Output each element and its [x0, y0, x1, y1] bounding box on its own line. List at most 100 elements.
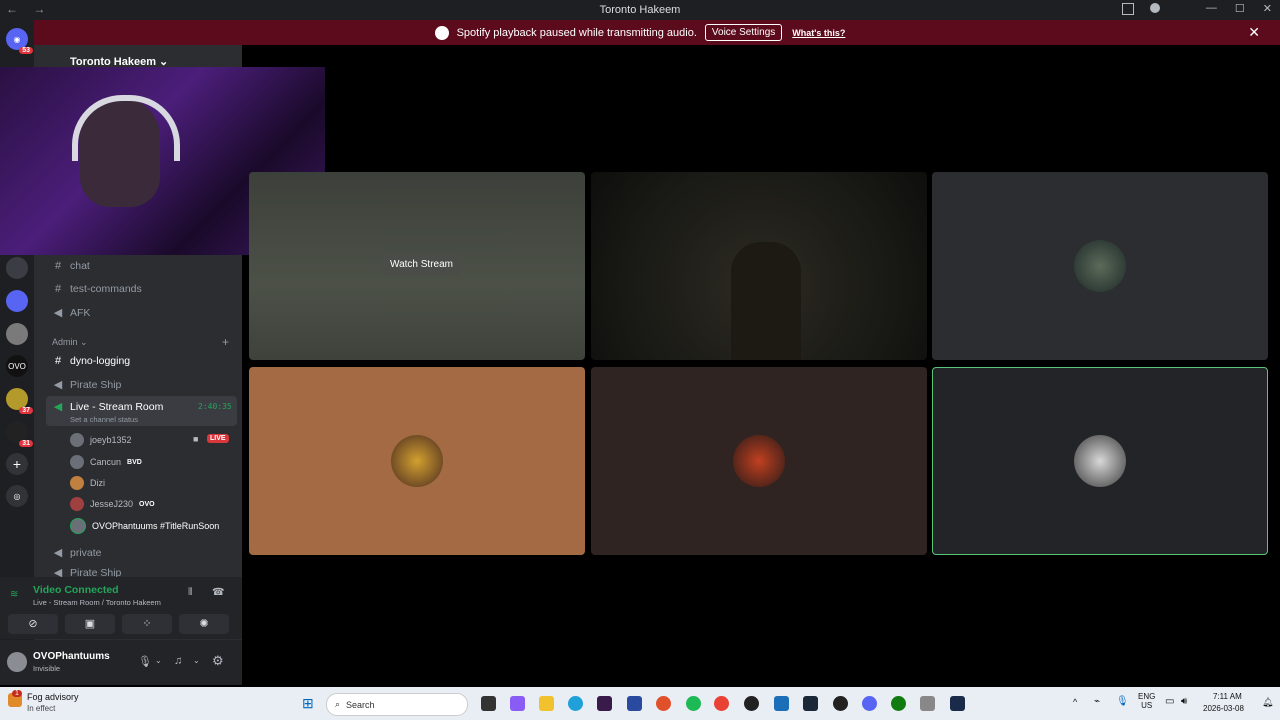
dm-home-icon[interactable]: ◉ 53: [6, 28, 33, 54]
voice-user[interactable]: joeyb1352: [70, 433, 132, 447]
spotify-icon[interactable]: [686, 696, 701, 711]
weather-title[interactable]: Fog advisory: [27, 692, 79, 702]
app-icon[interactable]: [656, 696, 671, 711]
dm-badge: 53: [19, 47, 33, 54]
voice-user[interactable]: OVOPhantuums #TitleRunSoon: [70, 518, 219, 534]
chrome-icon[interactable]: [714, 696, 729, 711]
video-tile-speaking[interactable]: [932, 367, 1268, 555]
minimize-button[interactable]: —: [1206, 2, 1217, 15]
microphone-icon[interactable]: 🎙︎: [138, 655, 152, 668]
channel-label: private: [70, 546, 102, 559]
channel-pirate-ship-2[interactable]: ◀ Pirate Ship: [52, 568, 122, 577]
server-icon[interactable]: [6, 323, 28, 345]
avatar: [70, 433, 84, 447]
soundboard-button[interactable]: ✺: [179, 614, 229, 634]
channel-chat[interactable]: # chat: [52, 260, 90, 272]
display-icon[interactable]: ▭: [1165, 696, 1174, 707]
channel-private[interactable]: ◀ private: [52, 546, 102, 560]
discord-icon[interactable]: [862, 696, 877, 711]
user-name: joeyb1352: [90, 435, 132, 445]
network-icon[interactable]: ⌁: [1094, 696, 1100, 707]
xbox-icon[interactable]: [891, 696, 906, 711]
gear-icon[interactable]: ⚙: [212, 653, 224, 669]
watch-stream-button[interactable]: Watch Stream: [382, 254, 461, 275]
screen-share-button[interactable]: ▣: [65, 614, 115, 634]
obs-icon[interactable]: [833, 696, 848, 711]
add-channel-icon[interactable]: +: [222, 335, 229, 349]
app-icon[interactable]: [950, 696, 965, 711]
chevron-down-icon[interactable]: ⌄: [193, 656, 200, 665]
close-notice-icon[interactable]: ✕: [1248, 24, 1260, 41]
hash-icon: #: [54, 355, 62, 367]
copilot-icon[interactable]: [510, 696, 525, 711]
voice-user[interactable]: Cancun BVD: [70, 455, 142, 469]
camera-off-button[interactable]: ⊘: [8, 614, 58, 634]
channel-live-stream-room[interactable]: ◀ Live - Stream Room: [52, 400, 164, 414]
close-window-button[interactable]: ✕: [1263, 2, 1272, 15]
edge-icon[interactable]: [568, 696, 583, 711]
voice-settings-button[interactable]: Voice Settings: [704, 24, 783, 41]
server-icon[interactable]: 37: [6, 388, 33, 414]
channel-afk[interactable]: ◀ AFK: [52, 306, 91, 320]
language-indicator[interactable]: ENG US: [1138, 692, 1155, 710]
channel-status-placeholder[interactable]: Set a channel status: [70, 415, 138, 424]
app-icon[interactable]: [744, 696, 759, 711]
avatar: [70, 497, 84, 511]
mic-tray-icon[interactable]: 🎙︎: [1116, 696, 1129, 707]
clock-date[interactable]: 2026-03-08: [1203, 704, 1244, 713]
tray-chevron-icon[interactable]: ^: [1073, 697, 1077, 707]
participant-avatar: [733, 435, 785, 487]
app-icon[interactable]: [774, 696, 789, 711]
steam-icon[interactable]: [803, 696, 818, 711]
whats-this-link[interactable]: What's this?: [792, 28, 845, 38]
voice-user[interactable]: JesseJ230 OVO: [70, 497, 155, 511]
channel-test-commands[interactable]: # test-commands: [52, 283, 142, 295]
activities-button[interactable]: ⁘: [122, 614, 172, 634]
user-avatar[interactable]: [7, 652, 27, 672]
discover-icon[interactable]: ◎: [6, 485, 28, 507]
speaker-icon: ◀: [53, 379, 63, 391]
disconnect-icon[interactable]: ☎: [212, 587, 224, 598]
server-icon[interactable]: [6, 257, 28, 279]
video-tile-participant[interactable]: [932, 172, 1268, 360]
folder-icon[interactable]: [6, 290, 28, 312]
server-icon[interactable]: 31: [6, 421, 33, 447]
nav-arrows[interactable]: ← →: [6, 2, 51, 16]
chevron-down-icon[interactable]: ⌄: [155, 656, 162, 665]
user-name[interactable]: OVOPhantuums: [33, 651, 110, 662]
video-tile-participant[interactable]: [591, 367, 927, 555]
video-tile-participant[interactable]: [249, 367, 585, 555]
app-icon[interactable]: [597, 696, 612, 711]
taskbar-search[interactable]: ⌕ Search: [326, 693, 468, 716]
category-label: Admin: [52, 337, 78, 347]
inbox-icon[interactable]: [1122, 3, 1134, 15]
stream-tile-baseball[interactable]: Watch Stream: [249, 172, 585, 360]
lang-primary: ENG: [1138, 692, 1156, 701]
app-icon[interactable]: [627, 696, 642, 711]
start-icon[interactable]: ⊞: [302, 695, 314, 712]
volume-icon[interactable]: 🔊︎: [1181, 696, 1187, 707]
voice-status-subtitle[interactable]: Live - Stream Room / Toronto Hakeem: [33, 598, 161, 607]
channel-dyno-logging[interactable]: # dyno-logging: [52, 355, 130, 367]
noise-suppression-icon[interactable]: ⦀: [188, 587, 192, 598]
weather-badge: 1: [12, 690, 22, 697]
app-icon[interactable]: [920, 696, 935, 711]
channel-label: test-commands: [70, 283, 142, 295]
add-server-icon[interactable]: +: [6, 453, 28, 475]
participant-avatar: [1074, 435, 1126, 487]
clock-time[interactable]: 7:11 AM: [1213, 692, 1242, 701]
headphones-icon[interactable]: ♫: [174, 655, 182, 667]
category-admin[interactable]: Admin ⌄: [52, 337, 88, 348]
ovo-server-icon[interactable]: OVO: [6, 355, 28, 377]
help-icon[interactable]: [1150, 3, 1160, 13]
maximize-button[interactable]: ☐: [1235, 2, 1245, 15]
voice-user[interactable]: Dizi: [70, 476, 105, 490]
notification-bell-icon[interactable]: 🔔︎: [1262, 697, 1273, 708]
channel-pirate-ship[interactable]: ◀ Pirate Ship: [52, 378, 122, 392]
file-explorer-icon[interactable]: [539, 696, 554, 711]
video-icon: ■: [193, 434, 199, 444]
video-tile-webcam[interactable]: [591, 172, 927, 360]
speaker-icon: ◀: [53, 401, 63, 413]
task-view-icon[interactable]: [481, 696, 496, 711]
server-badge: 31: [19, 440, 33, 447]
